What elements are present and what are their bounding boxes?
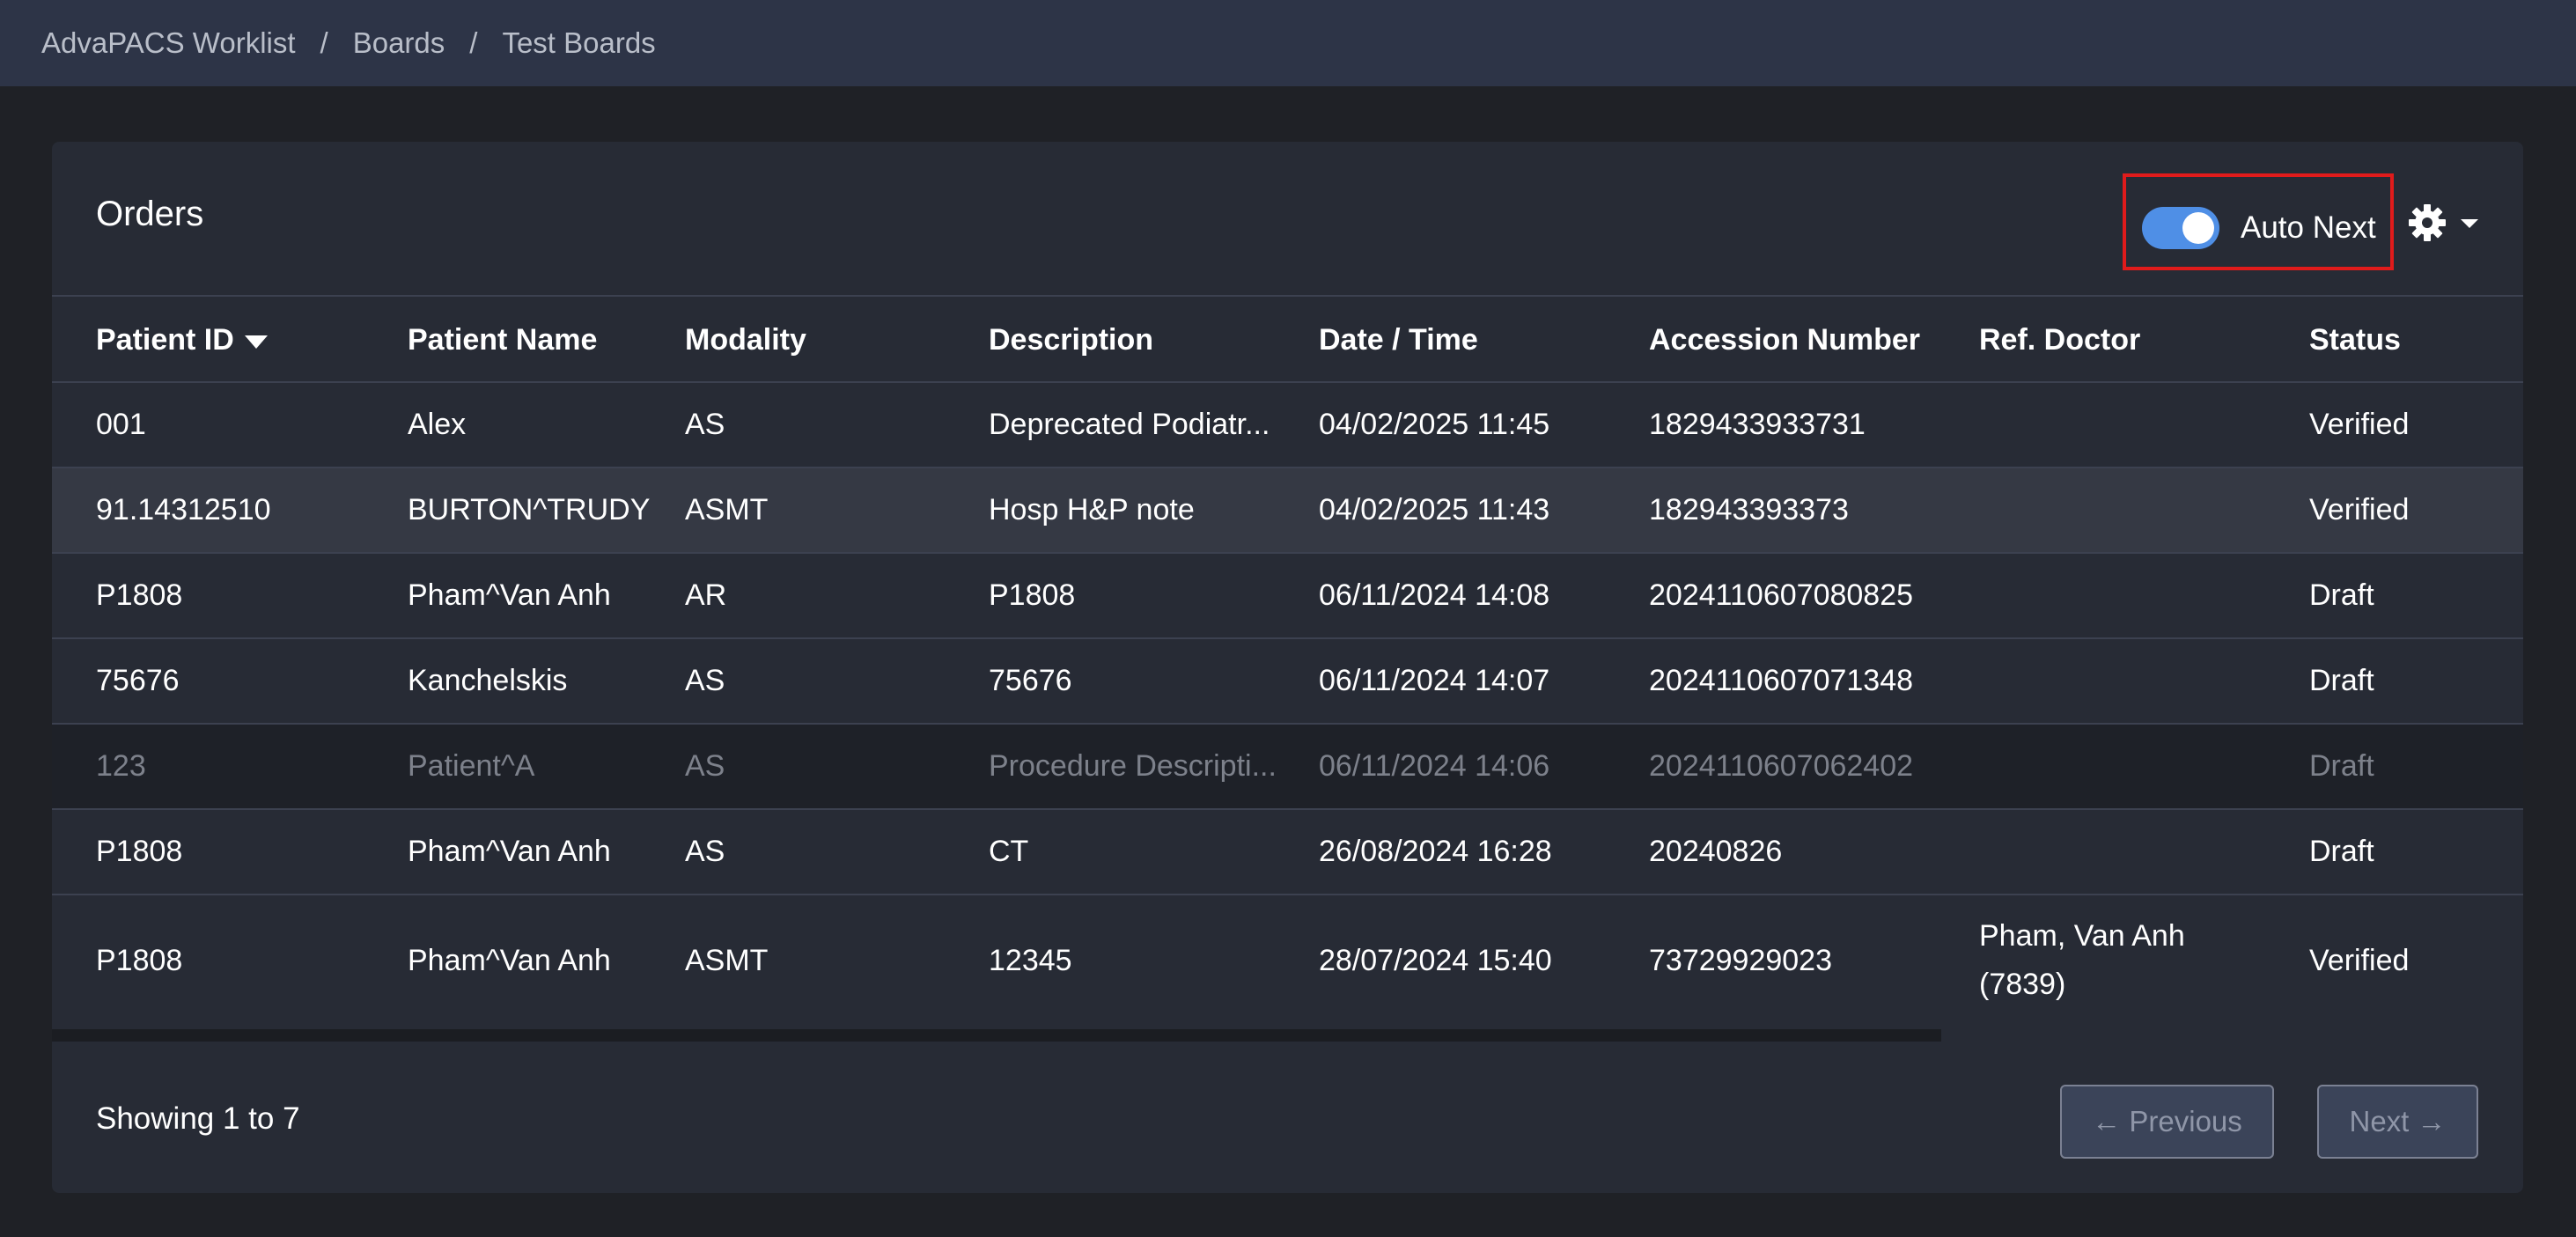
gear-icon xyxy=(2409,204,2478,241)
column-header-accession-number[interactable]: Accession Number xyxy=(1649,323,1920,357)
cell-patient-id: 123 xyxy=(96,749,146,783)
pagination-summary: Showing 1 to 7 xyxy=(96,1101,300,1136)
cell-description: P1808 xyxy=(989,578,1076,612)
cell-description: 12345 xyxy=(989,944,1072,977)
table-row[interactable]: 123 Patient^A AS Procedure Descripti... … xyxy=(52,725,2523,810)
page-title: Orders xyxy=(96,195,204,233)
column-header-modality[interactable]: Modality xyxy=(685,323,806,357)
cell-status: Verified xyxy=(2309,408,2410,441)
cell-patient-name: Pham^Van Anh xyxy=(408,835,611,868)
cell-accession-number: 2024110607071348 xyxy=(1649,664,1914,697)
auto-next-label: Auto Next xyxy=(2241,210,2376,245)
cell-description: Deprecated Podiatr... xyxy=(989,408,1270,441)
cell-patient-id: P1808 xyxy=(96,835,183,868)
cell-patient-name: Alex xyxy=(408,408,467,441)
cell-accession-number: 2024110607062402 xyxy=(1649,749,1914,783)
column-header-ref-doctor[interactable]: Ref. Doctor xyxy=(1979,323,2140,357)
cell-status: Draft xyxy=(2309,749,2374,783)
cell-patient-id: 001 xyxy=(96,408,146,441)
cell-modality: AS xyxy=(685,749,725,783)
cell-date-time: 28/07/2024 15:40 xyxy=(1319,944,1552,977)
table-header: Patient ID Patient Name Modality Descrip… xyxy=(52,297,2523,383)
cell-patient-name: Pham^Van Anh xyxy=(408,944,611,977)
cell-ref-doctor-id: (7839) xyxy=(1979,968,2066,1001)
orders-card: Orders Auto Next Patient ID Patient Name… xyxy=(52,142,2523,1193)
breadcrumb-boards[interactable]: Boards xyxy=(353,26,445,60)
breadcrumb-separator: / xyxy=(469,26,478,59)
next-page-button[interactable]: Next → xyxy=(2317,1085,2478,1159)
cell-date-time: 06/11/2024 14:08 xyxy=(1319,578,1550,612)
column-header-status[interactable]: Status xyxy=(2309,323,2401,357)
cell-description: Procedure Descripti... xyxy=(989,749,1277,783)
sort-desc-icon xyxy=(244,335,268,349)
cell-accession-number: 20240826 xyxy=(1649,835,1783,868)
table-row[interactable]: 001 Alex AS Deprecated Podiatr... 04/02/… xyxy=(52,383,2523,468)
cell-date-time: 04/02/2025 11:43 xyxy=(1319,493,1550,526)
breadcrumb-test-boards: Test Boards xyxy=(502,26,656,59)
cell-accession-number: 2024110607080825 xyxy=(1649,578,1914,612)
cell-patient-name: BURTON^TRUDY xyxy=(408,493,651,526)
cell-ref-doctor: Pham, Van Anh xyxy=(1979,919,2185,953)
table-row[interactable]: 91.14312510 BURTON^TRUDY ASMT Hosp H&P n… xyxy=(52,468,2523,554)
cell-date-time: 04/02/2025 11:45 xyxy=(1319,408,1550,441)
settings-dropdown-button[interactable] xyxy=(2408,203,2487,242)
cell-patient-name: Patient^A xyxy=(408,749,535,783)
column-header-label: Patient ID xyxy=(96,323,234,357)
column-header-patient-name[interactable]: Patient Name xyxy=(408,323,597,357)
cell-patient-id: 75676 xyxy=(96,664,180,697)
cell-status: Verified xyxy=(2309,944,2410,977)
table-row[interactable]: P1808 Pham^Van Anh AS CT 26/08/2024 16:2… xyxy=(52,810,2523,895)
caret-down-icon xyxy=(2461,219,2478,228)
cell-accession-number: 1829433933731 xyxy=(1649,408,1866,441)
cell-modality: ASMT xyxy=(685,944,769,977)
cell-modality: ASMT xyxy=(685,493,769,526)
cell-status: Draft xyxy=(2309,664,2374,697)
horizontal-scrollbar[interactable] xyxy=(52,1029,1941,1042)
breadcrumb-worklist[interactable]: AdvaPACS Worklist xyxy=(41,26,296,60)
cell-patient-name: Pham^Van Anh xyxy=(408,578,611,612)
auto-next-control: Auto Next xyxy=(2123,173,2394,270)
cell-modality: AS xyxy=(685,664,725,697)
column-header-description[interactable]: Description xyxy=(989,323,1153,357)
card-header: Orders Auto Next xyxy=(52,142,2523,297)
cell-description: Hosp H&P note xyxy=(989,493,1195,526)
cell-patient-id: 91.14312510 xyxy=(96,493,271,526)
cell-date-time: 06/11/2024 14:06 xyxy=(1319,749,1550,783)
cell-description: 75676 xyxy=(989,664,1072,697)
cell-modality: AR xyxy=(685,578,727,612)
table-row[interactable]: P1808 Pham^Van Anh ASMT 12345 28/07/2024… xyxy=(52,895,2523,1029)
cell-accession-number: 182943393373 xyxy=(1649,493,1849,526)
cell-date-time: 26/08/2024 16:28 xyxy=(1319,835,1552,868)
auto-next-toggle[interactable] xyxy=(2142,207,2219,249)
cell-modality: AS xyxy=(685,835,725,868)
column-header-date-time[interactable]: Date / Time xyxy=(1319,323,1478,357)
table-row[interactable]: P1808 Pham^Van Anh AR P1808 06/11/2024 1… xyxy=(52,554,2523,639)
table-row[interactable]: 75676 Kanchelskis AS 75676 06/11/2024 14… xyxy=(52,639,2523,725)
cell-status: Draft xyxy=(2309,835,2374,868)
cell-accession-number: 73729929023 xyxy=(1649,944,1833,977)
cell-status: Verified xyxy=(2309,493,2410,526)
toggle-knob xyxy=(2182,212,2214,244)
column-header-patient-id[interactable]: Patient ID xyxy=(96,323,268,357)
cell-description: CT xyxy=(989,835,1029,868)
cell-patient-id: P1808 xyxy=(96,944,183,977)
cell-modality: AS xyxy=(685,408,725,441)
cell-patient-id: P1808 xyxy=(96,578,183,612)
cell-status: Draft xyxy=(2309,578,2374,612)
previous-page-button[interactable]: ← Previous xyxy=(2060,1085,2274,1159)
cell-patient-name: Kanchelskis xyxy=(408,664,568,697)
breadcrumb-separator: / xyxy=(320,26,328,59)
breadcrumb: AdvaPACS Worklist / Boards / Test Boards xyxy=(0,0,2576,86)
cell-date-time: 06/11/2024 14:07 xyxy=(1319,664,1550,697)
